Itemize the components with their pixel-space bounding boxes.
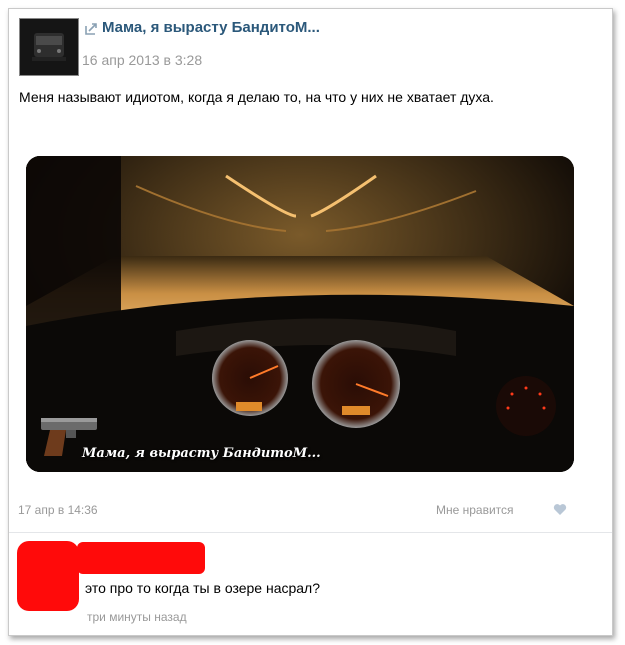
author-avatar[interactable] — [19, 18, 79, 76]
post-title-link[interactable]: Мама, я вырасту БандитоМ... — [102, 19, 320, 36]
heart-icon[interactable] — [553, 503, 567, 516]
repost-arrow-icon — [85, 23, 97, 35]
post-footer-date[interactable]: 17 апр в 14:36 — [18, 503, 98, 517]
post-card: Мама, я вырасту БандитоМ... 16 апр 2013 … — [8, 8, 613, 636]
comment-time[interactable]: три минуты назад — [87, 610, 187, 624]
like-button[interactable]: Мне нравится — [436, 503, 514, 517]
night-drive-photo — [26, 156, 574, 472]
car-avatar-icon — [20, 19, 78, 75]
redacted-author-name — [77, 542, 205, 574]
divider — [9, 532, 612, 533]
comment-text: это про то когда ты в озере насрал? — [85, 580, 321, 596]
photo-caption: Мама, я вырасту БандитоМ... — [82, 446, 321, 461]
redacted-avatar — [17, 541, 79, 611]
post-date[interactable]: 16 апр 2013 в 3:28 — [82, 52, 202, 68]
post-text: Меня называют идиотом, когда я делаю то,… — [19, 89, 494, 105]
post-photo[interactable] — [26, 156, 574, 472]
